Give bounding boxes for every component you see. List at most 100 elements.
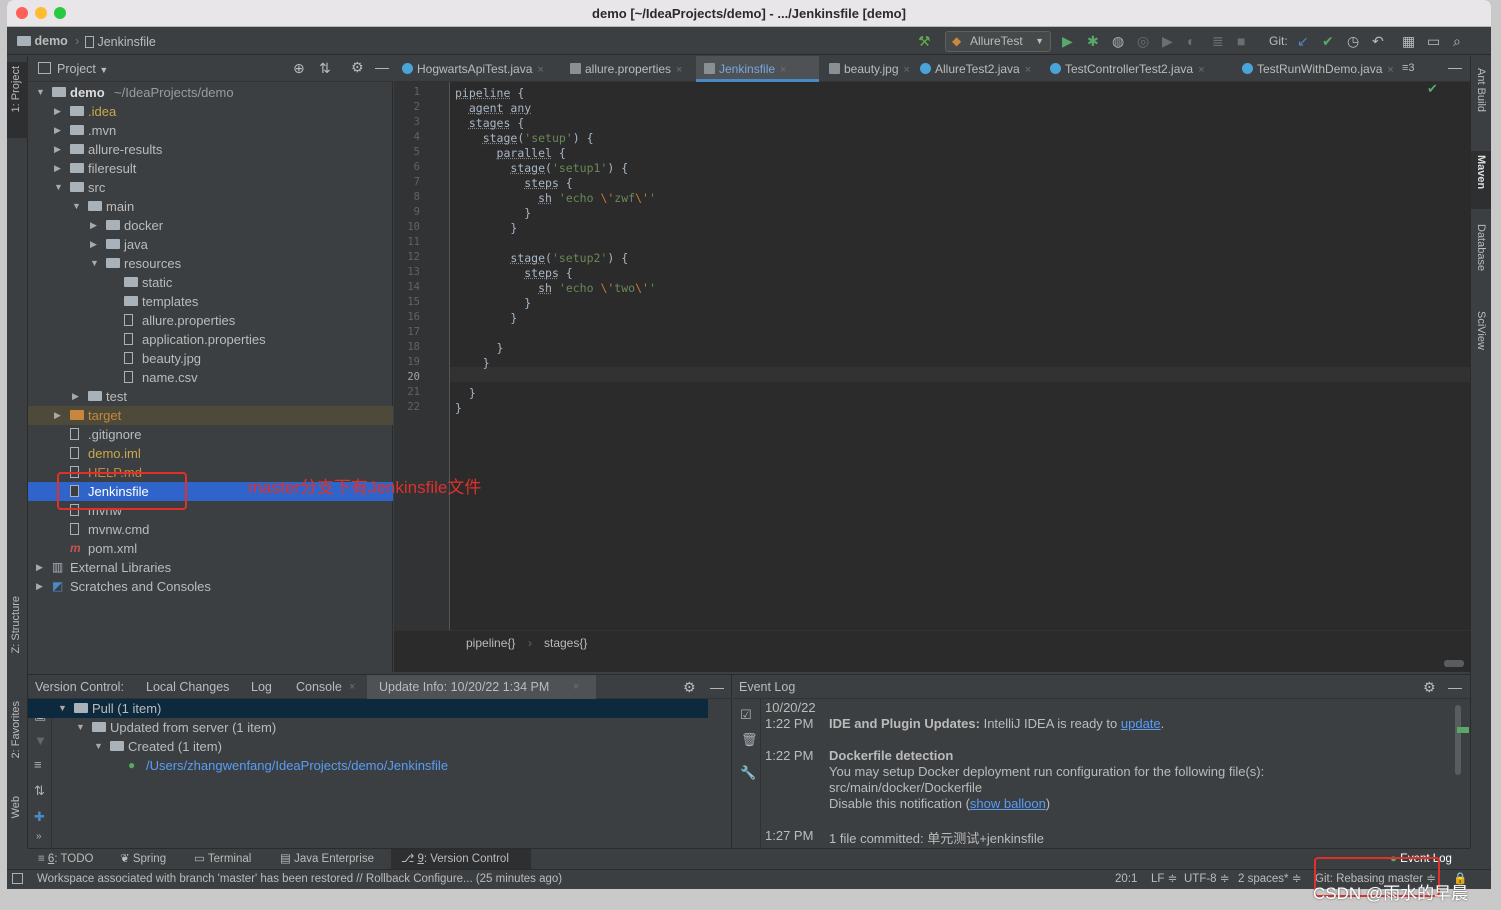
chevron-right-icon[interactable]: ▶ (54, 121, 61, 140)
database-tool-tab[interactable]: Database (1475, 224, 1487, 271)
event-log-scrollbar[interactable] (1455, 705, 1461, 775)
tree-item[interactable]: templates (28, 292, 393, 311)
code-line[interactable]: } (455, 296, 531, 310)
tab-local-changes[interactable]: Local Changes (146, 675, 229, 699)
project-structure-icon[interactable]: ▦ (1402, 34, 1415, 48)
nav-project-crumb[interactable]: demo (17, 34, 68, 48)
chevron-down-icon[interactable]: ▼ (76, 718, 85, 737)
tree-item[interactable]: ▶ .mvn (28, 121, 393, 140)
tabs-overflow-button[interactable]: ≡3 (1402, 62, 1415, 74)
code-line[interactable]: parallel { (455, 146, 566, 160)
close-window-button[interactable] (16, 7, 28, 19)
tree-item[interactable]: ▼ main (28, 197, 393, 216)
code-line[interactable]: } (455, 341, 504, 355)
tree-item[interactable]: application.properties (28, 330, 393, 349)
hide-panel-icon[interactable]: — (1448, 675, 1462, 699)
tool-terminal[interactable]: ▭ Terminal (194, 849, 251, 869)
chevron-down-icon[interactable]: ▼ (94, 737, 103, 756)
vc-tree-item[interactable]: ▼ Updated from server (1 item) (28, 718, 708, 737)
tab-console[interactable]: Console (296, 675, 342, 699)
chevron-right-icon[interactable]: ▶ (54, 102, 61, 121)
code-line[interactable]: } (455, 206, 531, 220)
nav-file-crumb[interactable]: Jenkinsfile (85, 34, 156, 49)
chevron-down-icon[interactable]: ▼ (90, 254, 99, 273)
breadcrumb-stages[interactable]: stages{} (544, 631, 587, 655)
git-history-icon[interactable]: ◷ (1347, 34, 1359, 48)
update-link[interactable]: update (1121, 716, 1161, 731)
code-line[interactable]: stage('setup1') { (455, 161, 628, 175)
inspection-ok-icon[interactable]: ✔ (1427, 81, 1438, 97)
code-line[interactable]: stages { (455, 116, 524, 130)
toggle-tool-windows-icon[interactable] (12, 873, 23, 884)
close-icon[interactable]: × (573, 675, 579, 699)
attach-icon[interactable]: ◐ (1187, 34, 1195, 48)
tree-item[interactable]: ▶ ◩ Scratches and Consoles (28, 577, 393, 596)
code-line[interactable]: sh 'echo \'zwf\'' (455, 191, 656, 205)
chevron-down-icon[interactable]: ▼ (58, 699, 67, 718)
pin-icon[interactable]: ✚ (34, 809, 45, 825)
ant-build-tool-tab[interactable]: Ant Build (1475, 68, 1487, 112)
close-icon[interactable]: × (1025, 64, 1031, 76)
web-tool-tab[interactable]: Web (10, 796, 22, 818)
tree-item[interactable]: ▶ java (28, 235, 393, 254)
tree-item[interactable]: m pom.xml (28, 539, 393, 558)
breadcrumb-pipeline[interactable]: pipeline{} (466, 631, 515, 655)
tree-item[interactable]: ▼ src (28, 178, 393, 197)
minimize-window-button[interactable] (35, 7, 47, 19)
tree-item[interactable]: allure.properties (28, 311, 393, 330)
tree-item[interactable]: ▶ fileresult (28, 159, 393, 178)
presentation-icon[interactable]: ▭ (1427, 34, 1440, 48)
tree-item[interactable]: ▶ test (28, 387, 393, 406)
code-line[interactable]: } (455, 401, 462, 415)
indent-setting[interactable]: 2 spaces* ≑ (1238, 870, 1301, 889)
cursor-position[interactable]: 20:1 (1115, 870, 1137, 889)
code-line[interactable]: } (455, 386, 476, 400)
code-line[interactable]: stage('setup2') { (455, 251, 628, 265)
tree-item[interactable]: name.csv (28, 368, 393, 387)
run-disabled-icon[interactable]: ▶ (1162, 34, 1173, 48)
git-update-icon[interactable]: ↙ (1297, 34, 1309, 48)
tree-item[interactable]: mvnw.cmd (28, 520, 393, 539)
code-line[interactable]: sh 'echo \'two\'' (455, 281, 656, 295)
file-encoding[interactable]: UTF-8 ≑ (1184, 870, 1229, 889)
horizontal-scrollbar[interactable] (1444, 660, 1464, 667)
debug-icon[interactable]: ✱ (1087, 34, 1099, 48)
zoom-window-button[interactable] (54, 7, 66, 19)
close-icon[interactable]: × (537, 64, 543, 76)
collapse-all-icon[interactable]: ⇅ (319, 60, 331, 77)
close-icon[interactable]: × (676, 64, 682, 76)
editor-tab[interactable]: beauty.jpg × (821, 56, 910, 82)
editor-tab[interactable]: AllureTest2.java × (912, 56, 1040, 82)
close-icon[interactable]: × (780, 64, 786, 76)
code-line[interactable]: steps { (455, 176, 572, 190)
chevron-right-icon[interactable]: ▶ (54, 140, 61, 159)
favorites-tool-tab[interactable]: 2: Favorites (10, 701, 22, 758)
tree-item[interactable]: ▶ allure-results (28, 140, 393, 159)
vc-tree-item[interactable]: ▼ Pull (1 item) (28, 699, 708, 718)
run-configuration-select[interactable]: ◆ AllureTest ▼ (945, 31, 1051, 52)
chevron-right-icon[interactable]: ▶ (90, 216, 97, 235)
tree-item[interactable]: static (28, 273, 393, 292)
tree-item[interactable]: ▶ docker (28, 216, 393, 235)
reformat-icon[interactable]: ≣ (1212, 34, 1224, 48)
more-icon[interactable]: » (36, 831, 42, 842)
sciview-tool-tab[interactable]: SciView (1475, 311, 1487, 350)
tool-version-control[interactable]: ⎇ 9: Version Control (391, 849, 531, 869)
gear-icon[interactable]: ⚙ (683, 675, 696, 699)
close-icon[interactable]: × (1387, 64, 1393, 76)
status-message[interactable]: Workspace associated with branch 'master… (37, 870, 562, 889)
chevron-right-icon[interactable]: ▶ (36, 558, 43, 577)
tree-item[interactable]: demo.iml (28, 444, 393, 463)
editor-tab[interactable]: HogwartsApiTest.java × (394, 56, 560, 82)
editor-tab[interactable]: Jenkinsfile × (696, 56, 819, 82)
tree-item[interactable]: ▼ resources (28, 254, 393, 273)
project-tool-tab[interactable]: 1: Project (7, 62, 28, 138)
git-rollback-icon[interactable]: ↶ (1372, 34, 1384, 48)
tool-java-enterprise[interactable]: ▤ Java Enterprise (280, 849, 374, 869)
project-view-select[interactable]: Project ▼ (57, 62, 108, 76)
build-hammer-icon[interactable]: ⚒ (918, 34, 931, 48)
tool-todo[interactable]: ≡ 6: TODO (38, 849, 94, 869)
editor-tab[interactable]: allure.properties × (562, 56, 694, 82)
minimize-editor-icon[interactable]: — (1448, 59, 1462, 75)
close-icon[interactable]: × (1198, 64, 1204, 76)
